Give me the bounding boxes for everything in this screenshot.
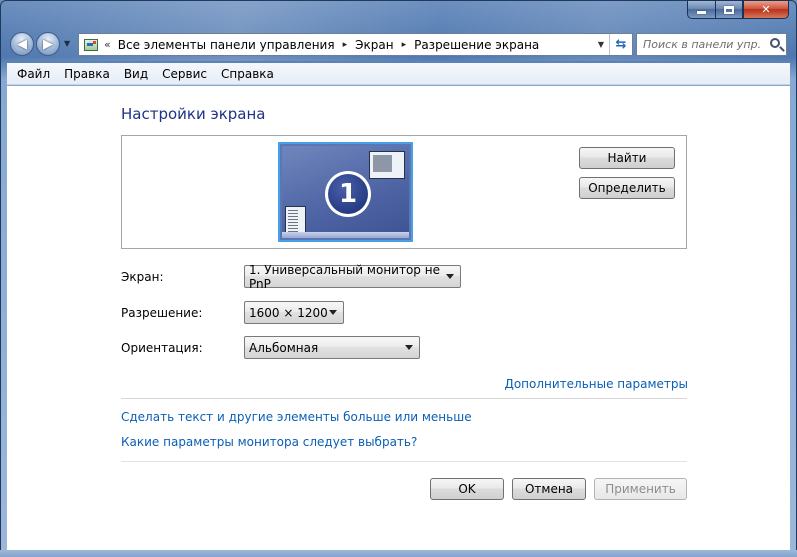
breadcrumb-overflow[interactable]: « — [104, 38, 111, 51]
orientation-select[interactable]: Альбомная — [244, 336, 420, 359]
address-dropdown-icon[interactable]: ▼ — [594, 34, 608, 55]
back-button[interactable]: ◀ — [10, 32, 34, 56]
close-icon: ✕ — [761, 3, 771, 16]
cancel-button[interactable]: Отмена — [512, 478, 586, 500]
identify-button[interactable]: Определить — [579, 177, 675, 199]
navigation-bar: ◀ ▶ ▼ « Все элементы панели управления ▸… — [8, 30, 789, 58]
resolution-label: Разрешение: — [121, 306, 203, 320]
maximize-button[interactable] — [715, 0, 743, 19]
orientation-label: Ориентация: — [121, 341, 203, 355]
chevron-down-icon — [446, 274, 454, 279]
preview-document-icon — [285, 206, 306, 237]
control-panel-icon — [84, 38, 98, 51]
menu-tools[interactable]: Сервис — [155, 67, 214, 81]
chevron-down-icon — [329, 310, 337, 315]
refresh-icon[interactable]: ⇆ — [609, 34, 632, 55]
monitor-screen: 1 — [282, 146, 409, 238]
maximize-icon — [724, 5, 734, 14]
breadcrumb-display[interactable]: Экран — [355, 38, 393, 52]
monitor-help-link[interactable]: Какие параметры монитора следует выбрать… — [121, 435, 417, 449]
breadcrumb-screen-resolution[interactable]: Разрешение экрана — [414, 38, 539, 52]
orientation-select-value: Альбомная — [249, 340, 319, 355]
forward-button[interactable]: ▶ — [36, 32, 60, 56]
preview-window-icon — [369, 151, 405, 179]
resolution-select[interactable]: 1600 × 1200 — [244, 301, 344, 324]
caption-buttons: ✕ — [687, 0, 789, 19]
ok-button[interactable]: OK — [430, 478, 504, 500]
display-select-value: 1. Универсальный монитор не PnP — [249, 262, 440, 291]
monitor-preview[interactable]: 1 — [278, 142, 413, 242]
breadcrumb-all-items[interactable]: Все элементы панели управления — [118, 38, 335, 52]
forward-arrow-icon: ▶ — [43, 36, 53, 52]
text-size-link[interactable]: Сделать текст и другие элементы больше и… — [121, 410, 472, 424]
apply-button[interactable]: Применить — [594, 478, 687, 500]
search-icon[interactable] — [770, 38, 780, 48]
monitor-number-badge: 1 — [325, 171, 371, 217]
minimize-button[interactable] — [687, 0, 715, 19]
monitor-number: 1 — [328, 174, 368, 214]
address-bar[interactable]: « Все элементы панели управления ▸ Экран… — [78, 33, 633, 56]
back-arrow-icon: ◀ — [17, 36, 27, 52]
menu-file[interactable]: Файл — [10, 67, 57, 81]
menu-edit[interactable]: Правка — [57, 67, 117, 81]
resolution-select-value: 1600 × 1200 — [249, 305, 328, 320]
divider — [121, 398, 687, 399]
menu-bar: Файл Правка Вид Сервис Справка — [7, 63, 790, 85]
recent-pages-dropdown[interactable]: ▼ — [64, 39, 70, 48]
display-preview-panel: 1 Найти Определить — [121, 135, 687, 249]
menu-view[interactable]: Вид — [117, 67, 155, 81]
display-label: Экран: — [121, 270, 164, 284]
window-bottom-border — [0, 550, 797, 557]
search-box[interactable] — [636, 33, 787, 56]
breadcrumb-separator-icon[interactable]: ▸ — [402, 40, 407, 50]
content-area: Настройки экрана 1 Найти Определить Экра… — [7, 86, 790, 550]
menu-help[interactable]: Справка — [214, 67, 281, 81]
chevron-down-icon — [405, 345, 413, 350]
close-button[interactable]: ✕ — [743, 0, 789, 19]
find-button[interactable]: Найти — [579, 147, 675, 169]
breadcrumb-separator-icon[interactable]: ▸ — [343, 40, 348, 50]
display-select[interactable]: 1. Универсальный монитор не PnP — [244, 262, 461, 291]
minimize-icon — [697, 11, 706, 14]
divider — [121, 461, 687, 462]
page-title: Настройки экрана — [121, 105, 266, 123]
advanced-settings-link[interactable]: Дополнительные параметры — [504, 377, 688, 391]
search-input[interactable] — [643, 38, 761, 51]
